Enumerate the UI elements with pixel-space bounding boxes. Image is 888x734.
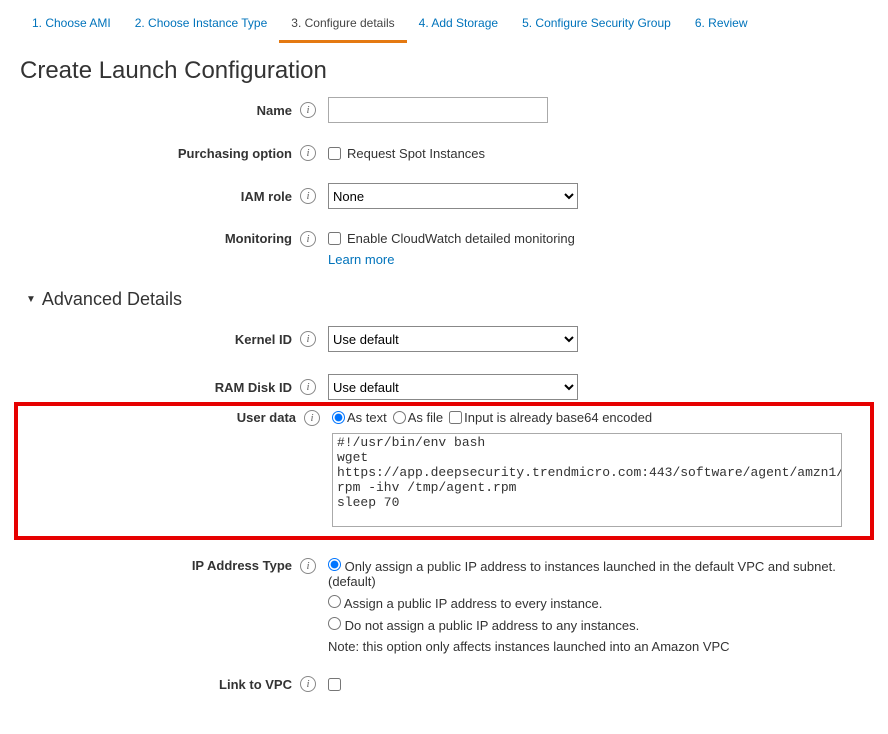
userdata-text-label: As text [347, 410, 387, 425]
userdata-text-radio[interactable] [332, 411, 345, 424]
advanced-details-toggle[interactable]: ▼ Advanced Details [26, 289, 868, 310]
info-icon[interactable]: i [300, 102, 316, 118]
userdata-b64-checkbox[interactable] [449, 411, 462, 424]
row-name: Name i [20, 97, 868, 123]
row-ip-type: IP Address Type i Only assign a public I… [20, 558, 868, 654]
wizard-step-5[interactable]: 5. Configure Security Group [510, 10, 683, 43]
kernel-select[interactable]: Use default [328, 326, 578, 352]
ip-every-label: Assign a public IP address to every inst… [344, 596, 602, 611]
wizard-steps: 1. Choose AMI 2. Choose Instance Type 3.… [20, 10, 868, 43]
label-userdata: User data [24, 410, 304, 425]
learn-more-link[interactable]: Learn more [328, 252, 394, 267]
userdata-highlight-box: User data i As text As file Input is alr… [14, 402, 874, 540]
caret-down-icon: ▼ [26, 294, 36, 305]
label-purchasing: Purchasing option [20, 146, 300, 161]
info-icon[interactable]: i [300, 231, 316, 247]
spot-label: Request Spot Instances [347, 146, 485, 161]
spot-checkbox[interactable] [328, 147, 341, 160]
wizard-step-6[interactable]: 6. Review [683, 10, 760, 43]
ip-none-radio[interactable] [328, 617, 341, 630]
wizard-step-2[interactable]: 2. Choose Instance Type [123, 10, 280, 43]
info-icon[interactable]: i [300, 379, 316, 395]
row-ramdisk-id: RAM Disk ID i Use default [20, 374, 868, 400]
ip-none-label: Do not assign a public IP address to any… [345, 618, 640, 633]
ip-every-radio[interactable] [328, 595, 341, 608]
row-monitoring: Monitoring i Enable CloudWatch detailed … [20, 231, 868, 267]
monitoring-label: Enable CloudWatch detailed monitoring [347, 231, 575, 246]
label-kernel-id: Kernel ID [20, 332, 300, 347]
info-icon[interactable]: i [300, 676, 316, 692]
info-icon[interactable]: i [300, 188, 316, 204]
userdata-file-label: As file [408, 410, 443, 425]
info-icon[interactable]: i [300, 558, 316, 574]
info-icon[interactable]: i [304, 410, 320, 426]
row-iam-role: IAM role i None [20, 183, 868, 209]
page-title: Create Launch Configuration [20, 57, 868, 85]
row-userdata: User data i As text As file Input is alr… [24, 410, 864, 530]
ip-default-radio[interactable] [328, 558, 341, 571]
userdata-file-radio[interactable] [393, 411, 406, 424]
info-icon[interactable]: i [300, 145, 316, 161]
advanced-heading-text: Advanced Details [42, 289, 182, 310]
wizard-step-3[interactable]: 3. Configure details [279, 10, 406, 43]
monitoring-checkbox[interactable] [328, 232, 341, 245]
label-ramdisk-id: RAM Disk ID [20, 380, 300, 395]
wizard-step-1[interactable]: 1. Choose AMI [20, 10, 123, 43]
row-kernel-id: Kernel ID i Use default [20, 326, 868, 352]
info-icon[interactable]: i [300, 331, 316, 347]
ramdisk-select[interactable]: Use default [328, 374, 578, 400]
label-name: Name [20, 103, 300, 118]
userdata-textarea[interactable] [332, 433, 842, 527]
iam-role-select[interactable]: None [328, 183, 578, 209]
name-input[interactable] [328, 97, 548, 123]
wizard-step-4[interactable]: 4. Add Storage [407, 10, 510, 43]
label-ip-type: IP Address Type [20, 558, 300, 573]
userdata-b64-label: Input is already base64 encoded [464, 410, 652, 425]
row-purchasing: Purchasing option i Request Spot Instanc… [20, 145, 868, 161]
link-vpc-checkbox[interactable] [328, 678, 341, 691]
label-link-vpc: Link to VPC [20, 677, 300, 692]
label-iam-role: IAM role [20, 189, 300, 204]
ip-note: Note: this option only affects instances… [328, 639, 838, 654]
label-monitoring: Monitoring [20, 231, 300, 246]
ip-default-label: Only assign a public IP address to insta… [328, 559, 836, 589]
row-link-vpc: Link to VPC i [20, 676, 868, 692]
